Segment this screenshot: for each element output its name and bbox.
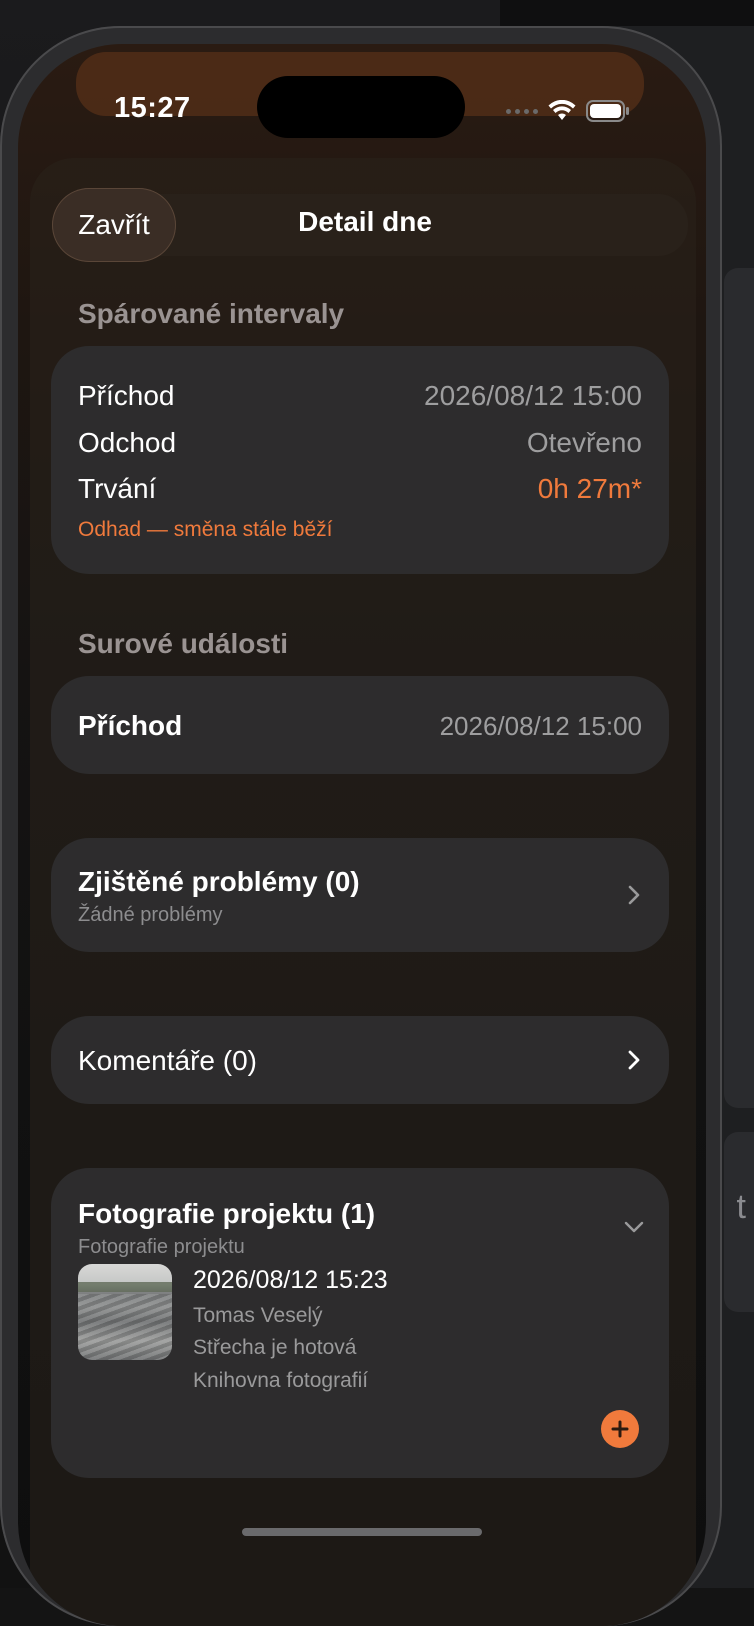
comments-title: Komentáře (0): [78, 1045, 257, 1076]
battery-icon: [586, 100, 629, 122]
background-edge-panel: [724, 268, 754, 1108]
departure-label: Odchod: [78, 427, 177, 458]
photo-thumbnail[interactable]: [78, 1264, 172, 1360]
section-title-paired: Spárované intervaly: [78, 298, 345, 329]
estimate-note: Odhad — směna stále běží: [78, 518, 333, 541]
departure-value: Otevřeno: [526, 427, 642, 458]
photo-date: 2026/08/12 15:23: [193, 1266, 388, 1294]
raw-event-value: 2026/08/12 15:00: [439, 711, 642, 741]
add-photo-button[interactable]: [601, 1410, 639, 1448]
photos-title: Fotografie projektu (1): [78, 1198, 376, 1229]
dynamic-island: [257, 76, 465, 138]
home-indicator: [242, 1528, 482, 1536]
photo-author: Tomas Veselý: [193, 1304, 323, 1327]
arrival-value: 2026/08/12 15:00: [424, 380, 642, 411]
comments-row[interactable]: Komentáře (0): [51, 1016, 669, 1104]
chevron-down-icon[interactable]: [623, 1216, 645, 1238]
photo-source: Knihovna fotografií: [193, 1369, 369, 1392]
paired-intervals-card: Příchod 2026/08/12 15:00 Odchod Otevřeno…: [51, 346, 669, 574]
raw-event-row: Příchod 2026/08/12 15:00: [51, 676, 669, 774]
duration-value: 0h 27m*: [537, 473, 642, 504]
background-strip: [500, 0, 754, 26]
signal-dots-icon: [506, 108, 538, 114]
plus-icon: [611, 1420, 629, 1438]
section-title-raw-events: Surové události: [78, 628, 289, 659]
wifi-icon: [548, 100, 576, 120]
sheet-title: Detail dne: [298, 206, 432, 237]
chevron-right-icon: [628, 1050, 640, 1070]
problems-row[interactable]: Zjištěné problémy (0) Žádné problémy: [51, 838, 669, 952]
photo-caption: Střecha je hotová: [193, 1336, 357, 1359]
problems-subtitle: Žádné problémy: [78, 904, 223, 926]
chevron-right-icon: [628, 885, 640, 905]
phone-frame: 15:27 Zavřít Detail dne Spárované interv…: [0, 26, 722, 1626]
raw-event-label: Příchod: [78, 710, 183, 741]
project-photos-card: Fotografie projektu (1) Fotografie proje…: [51, 1168, 669, 1478]
status-icons: [506, 98, 630, 124]
photos-subtitle: Fotografie projektu: [78, 1236, 245, 1258]
status-time: 15:27: [114, 92, 191, 124]
phone-screen: 15:27 Zavřít Detail dne Spárované interv…: [18, 44, 706, 1626]
duration-label: Trvání: [78, 473, 157, 504]
arrival-label: Příchod: [78, 380, 175, 411]
close-button[interactable]: Zavřít: [52, 188, 176, 262]
background-letter: t: [736, 1188, 746, 1226]
problems-title: Zjištěné problémy (0): [78, 866, 360, 897]
